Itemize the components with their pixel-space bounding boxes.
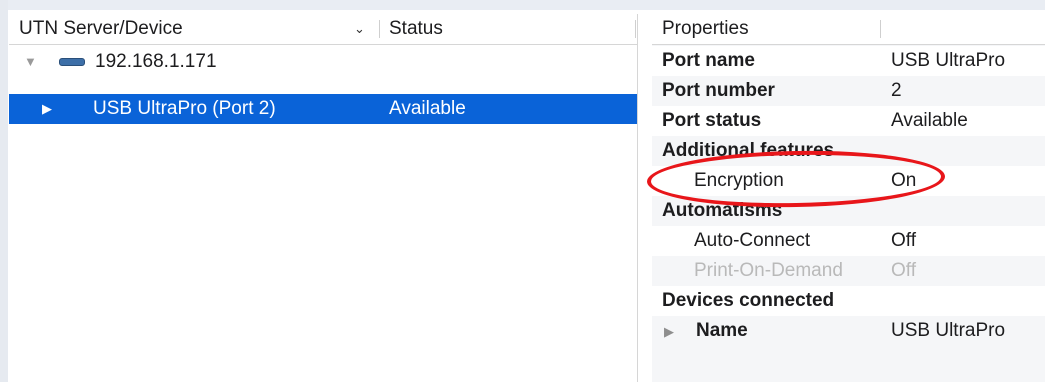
property-value: 2 (891, 80, 902, 101)
server-address: 192.168.1.171 (95, 51, 217, 72)
column-divider[interactable] (635, 20, 636, 38)
tree-row-server[interactable]: ▼ 192.168.1.171 (9, 48, 637, 78)
property-row-port-name: Port name USB UltraPro (652, 46, 1045, 76)
property-key: Auto-Connect (694, 230, 811, 251)
properties-title[interactable]: Properties (662, 18, 749, 40)
property-key: Port name (662, 50, 755, 71)
device-name: USB UltraPro (Port 2) (93, 98, 276, 119)
device-list-pane: UTN Server/Device ⌄ Status ▼ 192.168.1.1… (9, 14, 638, 382)
property-key: Print-On-Demand (694, 260, 843, 281)
column-header-status[interactable]: Status (389, 18, 443, 40)
column-divider[interactable] (379, 20, 380, 38)
property-key: Port status (662, 110, 762, 131)
column-header-device[interactable]: UTN Server/Device (19, 18, 183, 40)
chevron-down-icon[interactable]: ⌄ (354, 21, 365, 37)
property-value: Off (891, 230, 916, 251)
property-row-auto-connect: Auto-Connect Off (652, 226, 1045, 256)
property-row-port-number: Port number 2 (652, 76, 1045, 106)
device-status: Available (389, 98, 466, 119)
disclosure-collapsed-icon[interactable]: ▶ (42, 101, 52, 117)
tree-row-device-selected[interactable]: ▶ USB UltraPro (Port 2) Available (9, 94, 637, 124)
server-icon (59, 58, 85, 66)
device-list-header: UTN Server/Device ⌄ Status (9, 14, 637, 45)
window-top-strip (0, 0, 1045, 10)
window-left-strip (0, 0, 8, 382)
property-row-port-status: Port status Available (652, 106, 1045, 136)
properties-header: Properties (652, 14, 1045, 45)
property-key: Name (696, 320, 748, 341)
property-key: Port number (662, 80, 775, 101)
property-row-device-name[interactable]: ▶ Name USB UltraPro (652, 316, 1045, 346)
disclosure-collapsed-icon[interactable]: ▶ (664, 324, 674, 340)
property-group-devices-connected: Devices connected (652, 286, 1045, 316)
property-value: Off (891, 260, 916, 281)
column-divider[interactable] (880, 20, 881, 38)
property-group-label: Devices connected (662, 290, 835, 311)
disclosure-expanded-icon[interactable]: ▼ (24, 54, 37, 69)
property-value: USB UltraPro (891, 320, 1006, 341)
property-value: Available (891, 110, 968, 131)
property-row-print-on-demand: Print-On-Demand Off (652, 256, 1045, 286)
property-value: USB UltraPro (891, 50, 1006, 71)
